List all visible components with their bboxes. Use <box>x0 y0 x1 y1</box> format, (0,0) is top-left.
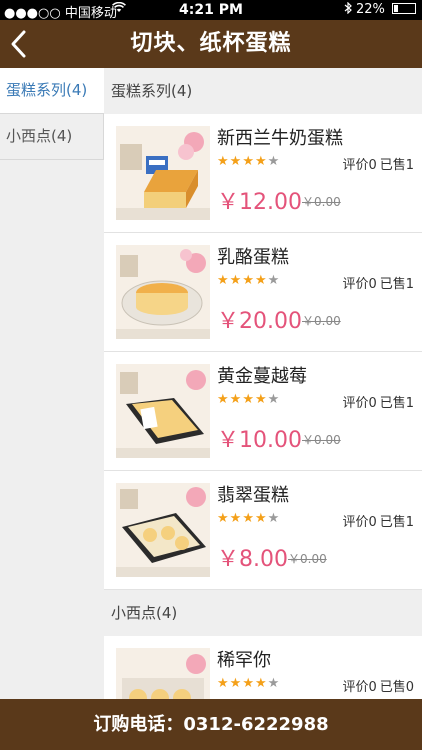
section-header-cakes: 蛋糕系列(4) <box>104 68 422 114</box>
star-icon: ★ <box>229 273 243 288</box>
rating-stars: ★★★★★ <box>217 273 280 288</box>
product-item[interactable]: 稀罕你 ★★★★★ 评价0 已售0 <box>104 636 422 699</box>
star-icon: ★ <box>229 676 243 691</box>
category-sidebar: 蛋糕系列(4) 小西点(4) <box>0 68 104 699</box>
star-empty-icon: ★ <box>267 392 281 407</box>
star-icon: ★ <box>254 392 268 407</box>
product-list[interactable]: 蛋糕系列(4) 新西兰牛奶蛋糕 ★★★★★ 评价0 已售1 ￥12.00 ￥0.0… <box>104 68 422 699</box>
battery-icon <box>392 3 416 14</box>
rating-stars: ★★★★★ <box>217 511 280 526</box>
original-price: ￥0.00 <box>288 552 327 566</box>
product-image <box>116 364 210 458</box>
rating-stars: ★★★★★ <box>217 676 280 691</box>
product-price: ￥20.00 <box>217 309 302 334</box>
sold-count: 已售1 <box>379 277 414 292</box>
product-price: ￥8.00 <box>217 547 288 572</box>
star-icon: ★ <box>242 154 255 169</box>
product-item[interactable]: 乳酪蛋糕 ★★★★★ 评价0 已售1 ￥20.00 ￥0.00 <box>104 233 422 352</box>
product-image <box>116 245 210 339</box>
product-stats: 评价0 已售1 <box>339 511 414 530</box>
review-count: 评价0 <box>342 515 377 530</box>
review-count: 评价0 <box>342 277 377 292</box>
section-header-pastries: 小西点(4) <box>104 590 422 636</box>
sold-count: 已售1 <box>379 515 414 530</box>
review-count: 评价0 <box>342 158 377 173</box>
sold-count: 已售0 <box>379 680 414 695</box>
product-price: ￥12.00 <box>217 190 302 215</box>
sold-count: 已售1 <box>379 396 414 411</box>
star-icon: ★ <box>242 273 255 288</box>
product-item[interactable]: 黄金蔓越莓 ★★★★★ 评价0 已售1 ￥10.00 ￥0.00 <box>104 352 422 471</box>
star-icon: ★ <box>217 154 230 169</box>
back-button[interactable] <box>6 20 42 68</box>
original-price: ￥0.00 <box>302 314 341 328</box>
review-count: 评价0 <box>342 396 377 411</box>
product-stats: 评价0 已售1 <box>339 154 414 173</box>
battery-percent: 22% <box>355 2 385 17</box>
star-icon: ★ <box>217 392 230 407</box>
star-icon: ★ <box>217 511 230 526</box>
original-price: ￥0.00 <box>302 433 341 447</box>
product-stats: 评价0 已售1 <box>339 273 414 292</box>
star-icon: ★ <box>254 676 268 691</box>
star-icon: ★ <box>217 273 230 288</box>
status-right: 22% <box>344 1 416 17</box>
product-image <box>116 648 210 699</box>
product-name: 翡翠蛋糕 <box>217 485 289 506</box>
review-count: 评价0 <box>342 680 377 695</box>
category-tab-pastries[interactable]: 小西点(4) <box>0 114 104 160</box>
product-item[interactable]: 新西兰牛奶蛋糕 ★★★★★ 评价0 已售1 ￥12.00 ￥0.00 <box>104 114 422 233</box>
star-icon: ★ <box>229 392 243 407</box>
bluetooth-icon <box>344 1 356 17</box>
star-empty-icon: ★ <box>267 676 281 691</box>
page-title: 切块、纸杯蛋糕 <box>130 31 292 56</box>
sold-count: 已售1 <box>379 158 414 173</box>
product-stats: 评价0 已售0 <box>339 676 414 695</box>
product-price: ￥10.00 <box>217 428 302 453</box>
star-icon: ★ <box>229 154 243 169</box>
product-name: 稀罕你 <box>217 650 271 671</box>
star-icon: ★ <box>242 392 255 407</box>
original-price: ￥0.00 <box>302 195 341 209</box>
star-empty-icon: ★ <box>267 154 281 169</box>
star-empty-icon: ★ <box>267 511 281 526</box>
product-name: 新西兰牛奶蛋糕 <box>217 128 343 149</box>
chevron-left-icon <box>11 30 26 58</box>
product-item[interactable]: 翡翠蛋糕 ★★★★★ 评价0 已售1 ￥8.00 ￥0.00 <box>104 471 422 590</box>
star-icon: ★ <box>242 676 255 691</box>
star-icon: ★ <box>254 154 268 169</box>
rating-stars: ★★★★★ <box>217 392 280 407</box>
product-image <box>116 126 210 220</box>
category-tab-cakes[interactable]: 蛋糕系列(4) <box>0 68 104 114</box>
order-phone-bar[interactable]: 订购电话：0312-6222988 <box>0 699 422 750</box>
product-name: 黄金蔓越莓 <box>217 366 307 387</box>
star-icon: ★ <box>229 511 243 526</box>
star-icon: ★ <box>254 273 268 288</box>
product-name: 乳酪蛋糕 <box>217 247 289 268</box>
product-image <box>116 483 210 577</box>
star-icon: ★ <box>242 511 255 526</box>
nav-bar: 切块、纸杯蛋糕 <box>0 20 422 68</box>
product-stats: 评价0 已售1 <box>339 392 414 411</box>
status-bar: ●●●○○ 中国移动 4:21 PM 22% <box>0 0 422 21</box>
star-empty-icon: ★ <box>267 273 281 288</box>
rating-stars: ★★★★★ <box>217 154 280 169</box>
star-icon: ★ <box>217 676 230 691</box>
star-icon: ★ <box>254 511 268 526</box>
